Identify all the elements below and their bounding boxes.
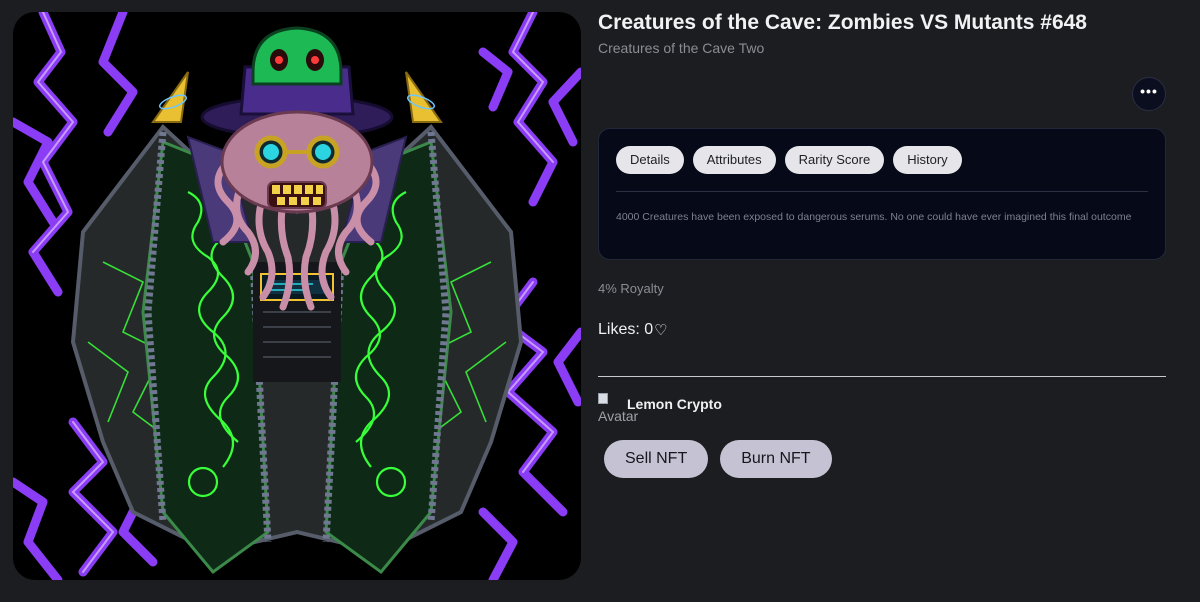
tab-rarity-score[interactable]: Rarity Score — [784, 146, 885, 174]
burn-nft-button[interactable]: Burn NFT — [720, 440, 832, 478]
sell-nft-button[interactable]: Sell NFT — [604, 440, 709, 478]
tab-history[interactable]: History — [893, 146, 962, 174]
panel-divider — [616, 191, 1148, 192]
nft-image — [13, 12, 581, 580]
owner-name[interactable]: Lemon Crypto — [627, 396, 722, 412]
likes-counter: Likes: 0 ♡ — [598, 321, 668, 339]
collection-link[interactable]: Creatures of the Cave Two — [598, 40, 764, 56]
tab-details[interactable]: Details — [616, 146, 684, 174]
nft-title: Creatures of the Cave: Zombies VS Mutant… — [598, 11, 1087, 34]
tab-attributes[interactable]: Attributes — [692, 146, 776, 174]
broken-image-icon — [598, 393, 608, 404]
section-divider — [598, 376, 1166, 377]
nft-info: Creatures of the Cave: Zombies VS Mutant… — [598, 0, 1168, 602]
action-buttons: Sell NFT Burn NFT — [604, 440, 832, 478]
nft-description: 4000 Creatures have been exposed to dang… — [616, 211, 1132, 223]
more-horizontal-icon: ••• — [1140, 83, 1158, 99]
details-panel: Details Attributes Rarity Score History … — [598, 128, 1166, 260]
heart-icon[interactable]: ♡ — [654, 321, 667, 339]
royalty-text: 4% Royalty — [598, 281, 664, 296]
more-options-button[interactable]: ••• — [1132, 77, 1166, 111]
creature-artwork — [13, 12, 581, 580]
likes-label: Likes: 0 — [598, 321, 654, 338]
tab-bar: Details Attributes Rarity Score History — [616, 146, 962, 174]
